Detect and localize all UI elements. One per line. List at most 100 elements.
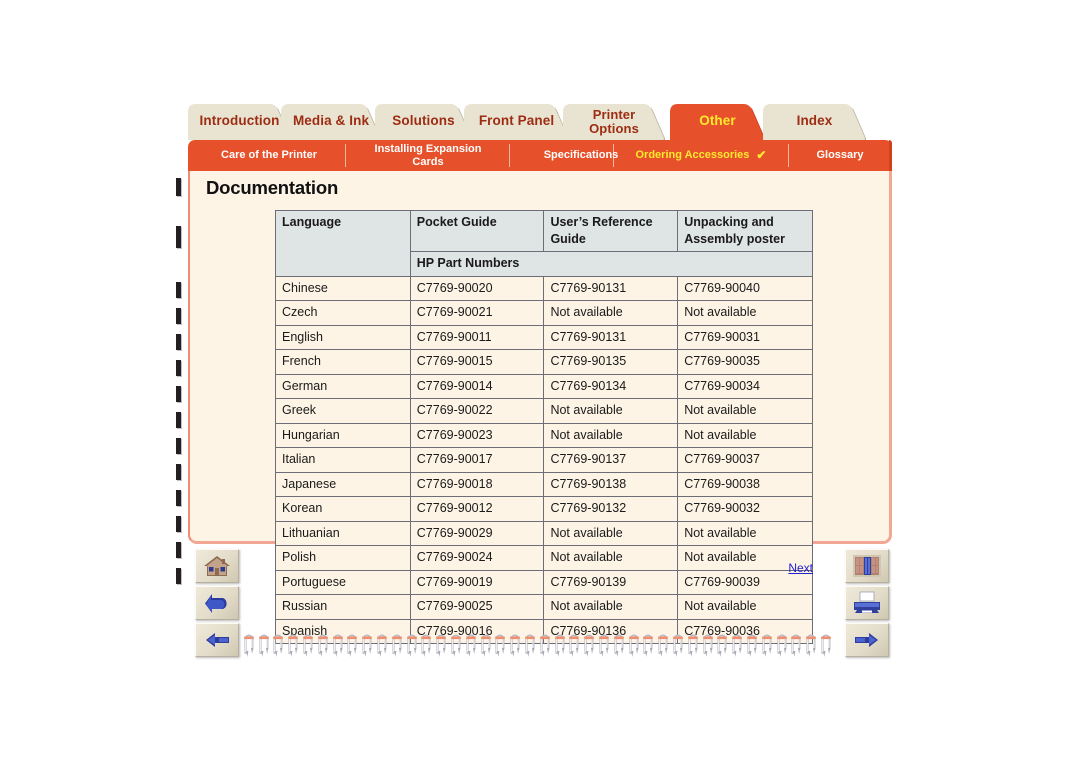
subtab-installing-expansion-cards[interactable]: Installing Expansion Cards	[348, 140, 508, 171]
nav-home-button[interactable]	[195, 549, 239, 583]
subtab-separator	[345, 144, 346, 167]
nav-library-button[interactable]	[845, 549, 889, 583]
index-dash	[176, 360, 181, 376]
cell-users-reference-guide: C7769-90131	[543, 324, 679, 350]
binding-coil	[776, 630, 788, 660]
page-sheet: Documentation Language Pocket Guide User…	[188, 171, 892, 644]
tab-label: Media & Ink	[292, 113, 370, 129]
cell-users-reference-guide: C7769-90132	[543, 496, 679, 522]
cell-language: Czech	[275, 300, 411, 326]
column-header-pocket-guide: Pocket Guide	[409, 210, 545, 252]
cell-language: Chinese	[275, 275, 411, 301]
subtab-glossary[interactable]: Glossary	[790, 140, 890, 171]
binding-coil	[687, 630, 699, 660]
nav-previous-page-button[interactable]	[195, 623, 239, 657]
table-header: Language Pocket Guide User’s Reference G…	[275, 210, 814, 277]
cell-unpacking-and-assembly-poster: C7769-90038	[677, 471, 813, 497]
binding-coil	[790, 630, 802, 660]
index-dash	[176, 542, 181, 558]
cell-pocket-guide: C7769-90018	[409, 471, 545, 497]
cell-unpacking-and-assembly-poster: C7769-90031	[677, 324, 813, 350]
index-dash	[176, 464, 181, 480]
cell-unpacking-and-assembly-poster: Not available	[677, 594, 813, 620]
index-dash	[176, 386, 181, 402]
cell-users-reference-guide: Not available	[543, 422, 679, 448]
binding-coil	[406, 630, 418, 660]
tab-solutions[interactable]: Solutions	[375, 104, 472, 140]
nav-back-button[interactable]	[195, 586, 239, 620]
binding-coil	[332, 630, 344, 660]
tab-label: Introduction	[199, 113, 280, 129]
cell-language: Japanese	[275, 471, 411, 497]
binding-coil	[494, 630, 506, 660]
binding-coil	[820, 630, 832, 660]
subtab-separator	[509, 144, 510, 167]
binding-coil	[731, 630, 743, 660]
subtab-care-of-the-printer[interactable]: Care of the Printer	[194, 140, 344, 171]
tab-front-panel[interactable]: Front Panel	[464, 104, 569, 140]
subtab-ordering-accessories[interactable]: Ordering Accessories ✔	[616, 140, 786, 171]
index-dash	[176, 308, 181, 324]
cell-users-reference-guide: Not available	[543, 398, 679, 424]
next-link-container: Next	[275, 559, 813, 577]
cell-users-reference-guide: C7769-90135	[543, 349, 679, 375]
table-header-row: Language Pocket Guide User’s Reference G…	[275, 210, 813, 277]
hand-left-icon	[202, 628, 232, 652]
tab-index[interactable]: Index	[763, 104, 866, 140]
cell-unpacking-and-assembly-poster: C7769-90040	[677, 275, 813, 301]
binding-coil	[642, 630, 654, 660]
subtab-label: Specifications	[543, 149, 619, 162]
column-header-language: Language	[275, 210, 411, 277]
subtab-label: Care of the Printer	[221, 149, 317, 162]
binding-coil	[480, 630, 492, 660]
cell-users-reference-guide: Not available	[543, 520, 679, 546]
table-row: Italian C7769-90017 C7769-90137 C7769-90037	[275, 447, 813, 473]
tab-label: Other	[699, 113, 736, 129]
binding-coil	[450, 630, 462, 660]
cell-language: Korean	[275, 496, 411, 522]
next-page-link[interactable]: Next	[788, 561, 813, 575]
table-row: English C7769-90011 C7769-90131 C7769-90031	[275, 324, 813, 350]
table-row: Czech C7769-90021 Not available Not availab…	[275, 300, 813, 326]
cell-language: French	[275, 349, 411, 375]
column-header-users-reference-guide: User’s Reference Guide	[543, 210, 679, 252]
nav-print-button[interactable]	[845, 586, 889, 620]
page-title: Documentation	[206, 177, 339, 198]
tab-other[interactable]: Other	[670, 104, 765, 140]
cell-pocket-guide: C7769-90025	[409, 594, 545, 620]
cell-language: Greek	[275, 398, 411, 424]
binding-coil	[258, 630, 270, 660]
nav-next-page-button[interactable]	[845, 623, 889, 657]
cell-language: Russian	[275, 594, 411, 620]
binding-coil	[435, 630, 447, 660]
cell-unpacking-and-assembly-poster: Not available	[677, 300, 813, 326]
binding-coil	[509, 630, 521, 660]
subtab-label: Glossary	[816, 149, 864, 162]
cell-users-reference-guide: C7769-90137	[543, 447, 679, 473]
documentation-part-numbers-table: Language Pocket Guide User’s Reference G…	[275, 210, 814, 644]
cell-unpacking-and-assembly-poster: Not available	[677, 398, 813, 424]
tab-media-and-ink[interactable]: Media & Ink	[281, 104, 381, 140]
table-row: French C7769-90015 C7769-90135 C7769-90035	[275, 349, 813, 375]
tab-printer-options[interactable]: Printer Options	[563, 104, 665, 140]
bookshelf-icon	[852, 554, 882, 578]
binding-coil	[716, 630, 728, 660]
primary-tab-bar: Introduction Media & Ink Solutions Front Pa…	[188, 104, 892, 140]
cell-language: German	[275, 373, 411, 399]
cell-unpacking-and-assembly-poster: Not available	[677, 422, 813, 448]
column-subheader-hp-part-numbers: HP Part Numbers	[409, 251, 814, 277]
index-dash	[176, 516, 181, 532]
checkmark-icon: ✔	[756, 147, 767, 162]
cell-pocket-guide: C7769-90029	[409, 520, 545, 546]
cell-pocket-guide: C7769-90015	[409, 349, 545, 375]
binding-coil	[761, 630, 773, 660]
tab-label: Front Panel	[478, 113, 555, 129]
cell-unpacking-and-assembly-poster: C7769-90032	[677, 496, 813, 522]
home-icon	[202, 554, 232, 578]
binding-coil	[613, 630, 625, 660]
binding-coil	[554, 630, 566, 660]
hand-right-icon	[852, 628, 882, 652]
tab-introduction[interactable]: Introduction	[188, 104, 291, 140]
cell-pocket-guide: C7769-90014	[409, 373, 545, 399]
binding-coil	[672, 630, 684, 660]
